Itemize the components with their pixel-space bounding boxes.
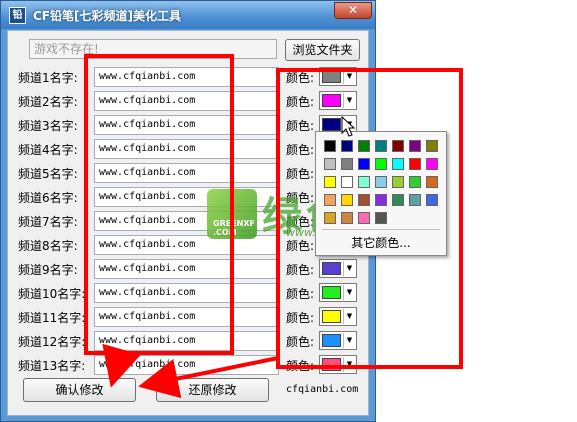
palette-swatch[interactable]: [409, 140, 421, 152]
palette-swatch[interactable]: [358, 140, 370, 152]
palette-swatch[interactable]: [426, 140, 438, 152]
palette-swatch[interactable]: [341, 176, 353, 188]
palette-swatch[interactable]: [358, 158, 370, 170]
color-dropdown: 其它颜色...: [315, 131, 447, 256]
palette-swatch[interactable]: [358, 212, 370, 224]
palette-swatch[interactable]: [392, 158, 404, 170]
more-colors-option[interactable]: 其它颜色...: [316, 234, 446, 251]
palette-swatch[interactable]: [358, 194, 370, 206]
palette-swatch[interactable]: [426, 176, 438, 188]
palette-swatch[interactable]: [409, 176, 421, 188]
palette-swatch[interactable]: [426, 194, 438, 206]
palette-swatch[interactable]: [324, 176, 336, 188]
annotation-overlay: [84, 54, 463, 399]
palette-swatch[interactable]: [324, 212, 336, 224]
palette-swatch[interactable]: [409, 194, 421, 206]
palette-swatch[interactable]: [341, 140, 353, 152]
palette-swatch[interactable]: [341, 158, 353, 170]
palette-swatch[interactable]: [375, 158, 387, 170]
palette-swatch[interactable]: [358, 176, 370, 188]
palette-swatch[interactable]: [392, 176, 404, 188]
palette-swatch[interactable]: [392, 194, 404, 206]
annotation-arrow-right: [138, 356, 279, 399]
palette-swatch[interactable]: [392, 140, 404, 152]
palette-swatch[interactable]: [341, 194, 353, 206]
palette-swatch[interactable]: [324, 158, 336, 170]
divider: [322, 229, 440, 230]
annotation-box-names: [84, 54, 234, 355]
palette-swatch[interactable]: [375, 140, 387, 152]
palette-swatch[interactable]: [375, 212, 387, 224]
annotation-arrow-left: [102, 343, 141, 388]
palette-swatch[interactable]: [375, 194, 387, 206]
palette-swatch[interactable]: [375, 176, 387, 188]
palette-swatch[interactable]: [324, 140, 336, 152]
palette-swatch[interactable]: [426, 158, 438, 170]
palette-swatch[interactable]: [324, 194, 336, 206]
mouse-cursor-icon: [341, 116, 355, 137]
palette-swatch[interactable]: [409, 158, 421, 170]
palette-swatch[interactable]: [341, 212, 353, 224]
